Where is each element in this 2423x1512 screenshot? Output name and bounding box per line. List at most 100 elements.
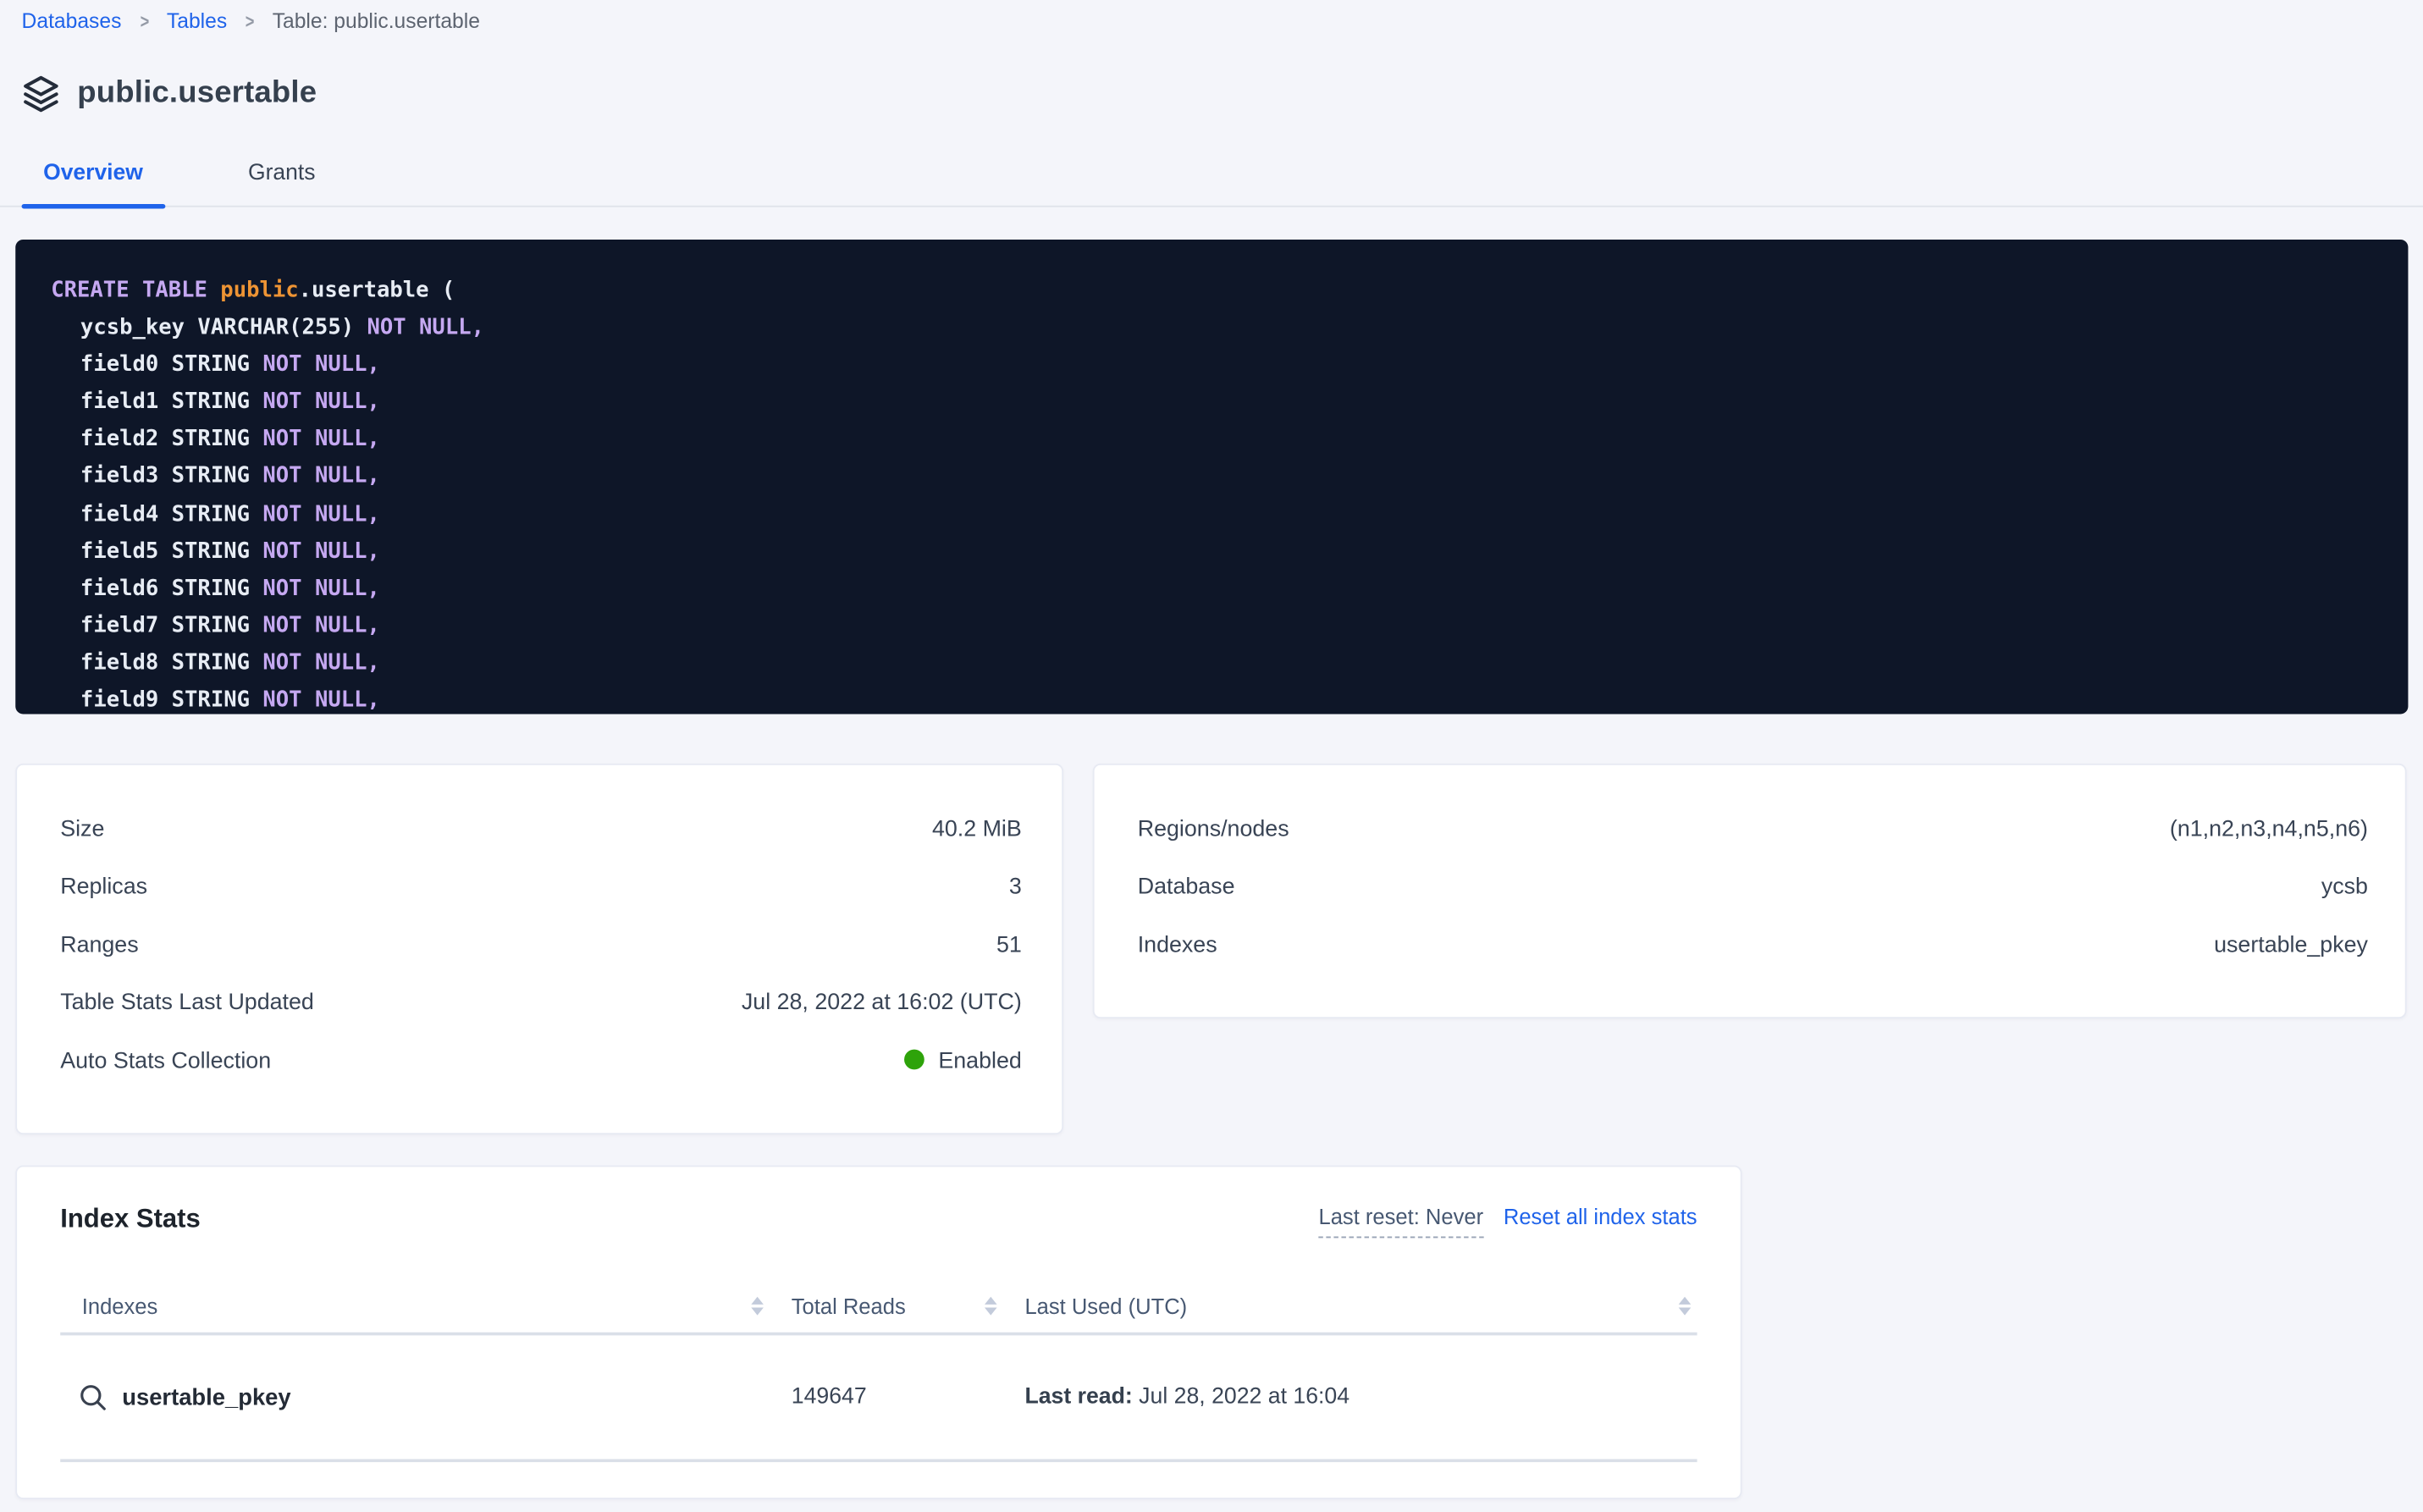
stat-label: Regions/nodes bbox=[1138, 817, 1289, 842]
sql-column-def: field1 STRING bbox=[80, 390, 262, 415]
sql-constraint: NOT NULL, bbox=[262, 687, 379, 712]
index-stats-actions: Last reset: Never Reset all index stats bbox=[1318, 1204, 1697, 1238]
sql-column-def: ycsb_key VARCHAR(255) bbox=[80, 316, 367, 340]
sort-icon[interactable] bbox=[751, 1297, 764, 1316]
stat-row-stats-updated: Table Stats Last Updated Jul 28, 2022 at… bbox=[60, 974, 1022, 1032]
chevron-right-icon: > bbox=[140, 10, 149, 32]
sql-column-def: field0 STRING bbox=[80, 353, 262, 378]
sql-line: field1 STRING NOT NULL, bbox=[51, 384, 2408, 421]
reset-index-stats-link[interactable]: Reset all index stats bbox=[1504, 1204, 1697, 1228]
table-layers-icon bbox=[22, 74, 61, 113]
sql-line: field8 STRING NOT NULL, bbox=[51, 644, 2408, 682]
stat-value: 40.2 MiB bbox=[932, 817, 1022, 842]
total-reads-cell: 149647 bbox=[770, 1385, 1003, 1410]
sql-constraint: NOT NULL, bbox=[262, 465, 379, 489]
stat-label: Replicas bbox=[60, 875, 147, 900]
stat-row-replicas: Replicas 3 bbox=[60, 858, 1022, 916]
breadcrumb-tables-link[interactable]: Tables bbox=[167, 9, 227, 32]
tab-bar: Overview Grants bbox=[0, 161, 2423, 207]
sql-line: field3 STRING NOT NULL, bbox=[51, 458, 2408, 495]
sql-column-def: field4 STRING bbox=[80, 502, 262, 527]
stat-label: Size bbox=[60, 817, 104, 842]
sort-icon[interactable] bbox=[985, 1297, 997, 1316]
stat-row-ranges: Ranges 51 bbox=[60, 917, 1022, 974]
stat-value: 3 bbox=[1009, 875, 1022, 900]
sql-line: field2 STRING NOT NULL, bbox=[51, 421, 2408, 458]
table-row: usertable_pkey 149647 Last read: Jul 28,… bbox=[60, 1335, 1697, 1462]
index-name: usertable_pkey bbox=[122, 1384, 290, 1410]
last-used-cell: Last read: Jul 28, 2022 at 16:04 bbox=[1003, 1385, 1697, 1410]
sql-constraint: NOT NULL, bbox=[262, 577, 379, 601]
chevron-right-icon: > bbox=[246, 10, 255, 32]
sql-column-def: field2 STRING bbox=[80, 428, 262, 452]
column-header-last-used[interactable]: Last Used (UTC) bbox=[1003, 1294, 1697, 1318]
sql-column-def: field5 STRING bbox=[80, 539, 262, 564]
sql-line: field0 STRING NOT NULL, bbox=[51, 346, 2408, 384]
tab-overview[interactable]: Overview bbox=[22, 161, 165, 206]
status-text: Enabled bbox=[938, 1049, 1021, 1073]
stat-row-size: Size 40.2 MiB bbox=[60, 801, 1022, 858]
stat-value: usertable_pkey bbox=[2214, 933, 2368, 957]
sql-schema-name: public bbox=[220, 279, 298, 303]
page-title-row: public.usertable bbox=[22, 71, 2423, 114]
sql-constraint: NOT NULL, bbox=[367, 316, 483, 340]
stat-value-enabled: Enabled bbox=[904, 1049, 1022, 1073]
sql-column-def: field6 STRING bbox=[80, 577, 262, 601]
breadcrumb-databases-link[interactable]: Databases bbox=[22, 9, 122, 32]
table-meta-card: Regions/nodes (n1,n2,n3,n4,n5,n6) Databa… bbox=[1093, 764, 2407, 1018]
sql-line: ycsb_key VARCHAR(255) NOT NULL, bbox=[51, 309, 2408, 346]
create-table-sql-panel: CREATE TABLE public.usertable ( ycsb_key… bbox=[15, 240, 2408, 714]
sql-line: field7 STRING NOT NULL, bbox=[51, 607, 2408, 644]
stat-label: Indexes bbox=[1138, 933, 1217, 957]
index-stats-title: Index Stats bbox=[60, 1204, 201, 1235]
table-details-page: Databases > Tables > Table: public.usert… bbox=[0, 0, 2423, 1512]
column-label: Indexes bbox=[82, 1294, 158, 1318]
index-stats-card: Index Stats Last reset: Never Reset all … bbox=[15, 1166, 1741, 1499]
stat-label: Auto Stats Collection bbox=[60, 1049, 271, 1073]
stat-row-regions: Regions/nodes (n1,n2,n3,n4,n5,n6) bbox=[1138, 801, 2368, 858]
breadcrumb: Databases > Tables > Table: public.usert… bbox=[0, 0, 2423, 32]
sql-table-name: .usertable ( bbox=[299, 279, 455, 303]
sql-keyword: CREATE TABLE bbox=[51, 279, 220, 303]
sql-line: CREATE TABLE public.usertable ( bbox=[51, 272, 2408, 309]
sql-column-def: field8 STRING bbox=[80, 651, 262, 676]
index-stats-table-header: Indexes Total Reads Last Used (UTC) bbox=[60, 1280, 1697, 1336]
stat-row-auto-stats: Auto Stats Collection Enabled bbox=[60, 1033, 1022, 1090]
sql-constraint: NOT NULL, bbox=[262, 539, 379, 564]
sql-line: field4 STRING NOT NULL, bbox=[51, 495, 2408, 533]
stat-value: (n1,n2,n3,n4,n5,n6) bbox=[2170, 817, 2368, 842]
last-reset-label[interactable]: Last reset: Never bbox=[1318, 1204, 1483, 1238]
page-title: public.usertable bbox=[77, 75, 317, 111]
tab-grants[interactable]: Grants bbox=[226, 161, 337, 206]
sql-column-def: field3 STRING bbox=[80, 465, 262, 489]
sql-constraint: NOT NULL, bbox=[262, 353, 379, 378]
column-header-total-reads[interactable]: Total Reads bbox=[770, 1294, 1003, 1318]
sql-constraint: NOT NULL, bbox=[262, 502, 379, 527]
sql-constraint: NOT NULL, bbox=[262, 428, 379, 452]
last-read-value: Jul 28, 2022 at 16:04 bbox=[1133, 1385, 1349, 1410]
sql-column-def: field9 STRING bbox=[80, 687, 262, 712]
sql-line: field5 STRING NOT NULL, bbox=[51, 533, 2408, 570]
column-label: Total Reads bbox=[792, 1294, 906, 1318]
sql-constraint: NOT NULL, bbox=[262, 614, 379, 638]
sql-constraint: NOT NULL, bbox=[262, 651, 379, 676]
last-read-label: Last read: bbox=[1024, 1385, 1132, 1410]
stat-label: Ranges bbox=[60, 933, 138, 957]
column-label: Last Used (UTC) bbox=[1024, 1294, 1187, 1318]
sql-column-def: field7 STRING bbox=[80, 614, 262, 638]
status-enabled-dot-icon bbox=[904, 1050, 924, 1070]
column-header-indexes[interactable]: Indexes bbox=[60, 1294, 770, 1318]
stat-value: Jul 28, 2022 at 16:02 (UTC) bbox=[742, 991, 1022, 1016]
index-name-cell[interactable]: usertable_pkey bbox=[60, 1382, 770, 1412]
index-stats-table: Indexes Total Reads Last Used (UTC) bbox=[60, 1280, 1697, 1462]
search-icon bbox=[79, 1382, 108, 1412]
stat-row-indexes: Indexes usertable_pkey bbox=[1138, 917, 2368, 974]
sort-icon[interactable] bbox=[1679, 1297, 1692, 1316]
sql-line: field9 STRING NOT NULL, bbox=[51, 682, 2408, 714]
sql-constraint: NOT NULL, bbox=[262, 390, 379, 415]
index-stats-header: Index Stats Last reset: Never Reset all … bbox=[60, 1204, 1697, 1238]
stat-value: ycsb bbox=[2321, 875, 2368, 900]
stat-label: Database bbox=[1138, 875, 1235, 900]
stat-row-database: Database ycsb bbox=[1138, 858, 2368, 916]
stat-value: 51 bbox=[996, 933, 1022, 957]
